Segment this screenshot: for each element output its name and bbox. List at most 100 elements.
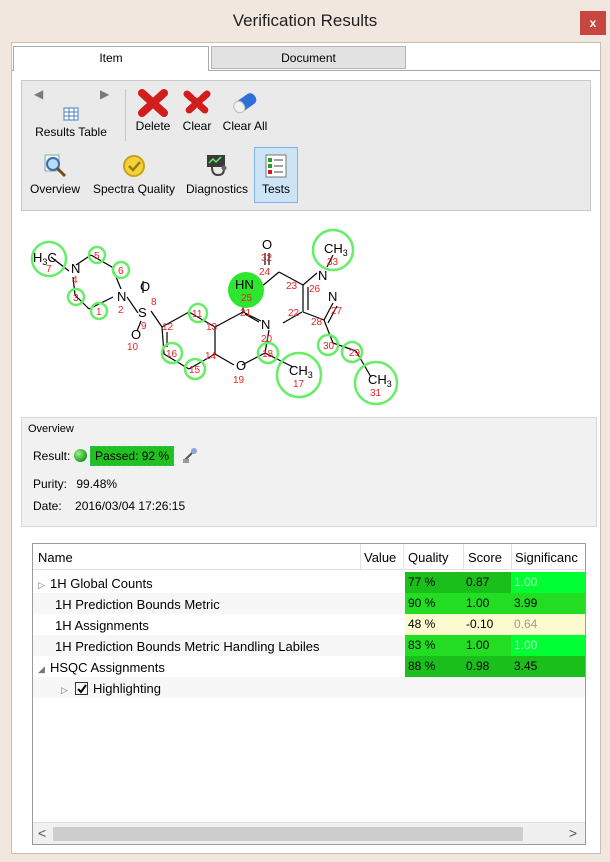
overview-button[interactable]: Overview bbox=[26, 153, 84, 196]
svg-text:19: 19 bbox=[233, 375, 245, 386]
checklist-icon bbox=[265, 154, 287, 178]
svg-text:17: 17 bbox=[293, 379, 305, 390]
svg-text:26: 26 bbox=[309, 284, 321, 295]
svg-text:HN: HN bbox=[235, 277, 254, 292]
expander-icon[interactable]: ◢ bbox=[38, 664, 50, 675]
svg-text:2: 2 bbox=[118, 305, 124, 316]
svg-text:H3C: H3C bbox=[33, 250, 57, 267]
svg-text:28: 28 bbox=[311, 317, 323, 328]
score-cell: -0.10 bbox=[463, 614, 511, 635]
col-significance[interactable]: Significanc bbox=[515, 550, 585, 565]
toolbar: ◀ ▶ Results Table Delete Clear Clear All… bbox=[21, 80, 591, 211]
column-divider[interactable] bbox=[403, 544, 404, 570]
table-header: Name Value Quality Score Significanc bbox=[33, 544, 585, 570]
svg-text:3: 3 bbox=[73, 293, 79, 304]
quality-cell: 88 % bbox=[405, 656, 463, 677]
col-score[interactable]: Score bbox=[468, 550, 502, 565]
col-quality[interactable]: Quality bbox=[408, 550, 448, 565]
row-label: 1H Assignments bbox=[55, 618, 149, 633]
col-value[interactable]: Value bbox=[364, 550, 396, 565]
diagnostics-button[interactable]: Diagnostics bbox=[182, 153, 252, 196]
tests-button[interactable]: Tests bbox=[254, 147, 298, 203]
overview-panel: Overview Result: Passed: 92 % Purity: 99… bbox=[21, 417, 597, 527]
window-title: Verification Results bbox=[232, 11, 378, 30]
results-table-button[interactable]: Results Table bbox=[25, 101, 117, 139]
table-row[interactable]: ▷ 1H Global Counts 77 % 0.87 1.00 bbox=[33, 572, 585, 593]
clear-x-icon bbox=[183, 90, 211, 116]
svg-text:S: S bbox=[138, 305, 147, 320]
clear-label: Clear bbox=[182, 119, 212, 133]
row-name: ◢ HSQC Assignments bbox=[38, 660, 165, 675]
significance-cell: 1.00 bbox=[511, 572, 585, 593]
significance-cell: 0.64 bbox=[511, 614, 585, 635]
next-arrow-icon[interactable]: ▶ bbox=[100, 87, 109, 101]
result-badge: Passed: 92 % bbox=[90, 446, 175, 466]
table-row[interactable]: 1H Prediction Bounds Metric 90 % 1.00 3.99 bbox=[33, 593, 585, 614]
horizontal-scrollbar[interactable]: < > bbox=[33, 822, 585, 844]
expander-icon[interactable]: ▷ bbox=[61, 685, 73, 696]
clear-all-button[interactable]: Clear All bbox=[218, 89, 272, 133]
overview-title: Overview bbox=[28, 423, 74, 435]
table-row[interactable]: ▷ Highlighting bbox=[33, 677, 585, 698]
purity-row: Purity: 99.48% bbox=[33, 477, 117, 491]
prev-arrow-icon[interactable]: ◀ bbox=[34, 87, 43, 101]
row-name: ▷ 1H Global Counts bbox=[38, 576, 153, 591]
scroll-right-arrow[interactable]: > bbox=[569, 825, 577, 841]
stethoscope-icon bbox=[207, 155, 227, 177]
svg-text:7: 7 bbox=[46, 264, 52, 275]
row-name: 1H Prediction Bounds Metric Handling Lab… bbox=[55, 639, 319, 654]
quality-cell: 77 % bbox=[405, 572, 463, 593]
results-table: Name Value Quality Score Significanc ▷ 1H… bbox=[32, 543, 586, 845]
row-label: 1H Global Counts bbox=[50, 576, 153, 591]
spectra-quality-label: Spectra Quality bbox=[92, 182, 176, 196]
row-label: 1H Prediction Bounds Metric Handling Lab… bbox=[55, 639, 320, 654]
svg-text:31: 31 bbox=[370, 388, 382, 399]
expander-icon[interactable]: ▷ bbox=[38, 580, 50, 591]
purity-label: Purity: bbox=[33, 477, 68, 491]
svg-text:O: O bbox=[140, 279, 150, 294]
clear-button[interactable]: Clear bbox=[177, 89, 217, 133]
column-divider[interactable] bbox=[360, 544, 361, 570]
spectra-quality-button[interactable]: Spectra Quality bbox=[88, 153, 180, 196]
svg-text:9: 9 bbox=[141, 321, 147, 332]
quality-cell: 90 % bbox=[405, 593, 463, 614]
result-label: Result: bbox=[33, 449, 71, 463]
svg-text:1: 1 bbox=[96, 307, 102, 318]
svg-text:CH3: CH3 bbox=[368, 372, 392, 389]
table-icon bbox=[63, 107, 79, 121]
close-button[interactable]: x bbox=[580, 11, 606, 35]
scroll-thumb[interactable] bbox=[53, 827, 523, 841]
wizard-icon[interactable] bbox=[181, 446, 199, 464]
scroll-left-arrow[interactable]: < bbox=[38, 825, 46, 841]
table-row[interactable]: 1H Prediction Bounds Metric Handling Lab… bbox=[33, 635, 585, 656]
dialog-frame: Item Document ◀ ▶ Results Table Delete C… bbox=[11, 42, 601, 854]
svg-text:32: 32 bbox=[261, 253, 273, 264]
delete-button[interactable]: Delete bbox=[130, 89, 176, 133]
svg-text:11: 11 bbox=[192, 309, 203, 320]
score-cell: 1.00 bbox=[463, 635, 511, 656]
quality-medal-icon bbox=[123, 155, 145, 177]
quality-cell: 83 % bbox=[405, 635, 463, 656]
highlighting-checkbox[interactable] bbox=[75, 682, 88, 695]
tab-item[interactable]: Item bbox=[13, 46, 209, 71]
svg-text:N: N bbox=[328, 289, 337, 304]
svg-text:16: 16 bbox=[166, 349, 178, 360]
check-icon bbox=[77, 684, 87, 694]
svg-text:10: 10 bbox=[127, 342, 139, 353]
column-divider[interactable] bbox=[511, 544, 512, 570]
eraser-icon bbox=[233, 93, 257, 114]
purity-value: 99.48% bbox=[76, 477, 118, 491]
table-row[interactable]: ◢ HSQC Assignments 88 % 0.98 3.45 bbox=[33, 656, 585, 677]
col-name[interactable]: Name bbox=[38, 550, 73, 565]
row-label: HSQC Assignments bbox=[50, 660, 165, 675]
score-cell: 1.00 bbox=[463, 593, 511, 614]
tab-document[interactable]: Document bbox=[211, 46, 406, 69]
svg-text:30: 30 bbox=[323, 341, 335, 352]
svg-text:20: 20 bbox=[261, 334, 273, 345]
date-value: 2016/03/04 17:26:15 bbox=[75, 499, 186, 513]
table-row[interactable]: 1H Assignments 48 % -0.10 0.64 bbox=[33, 614, 585, 635]
row-name: ▷ Highlighting bbox=[61, 681, 161, 696]
column-divider[interactable] bbox=[463, 544, 464, 570]
tests-label: Tests bbox=[261, 182, 290, 196]
svg-text:12: 12 bbox=[162, 322, 174, 333]
